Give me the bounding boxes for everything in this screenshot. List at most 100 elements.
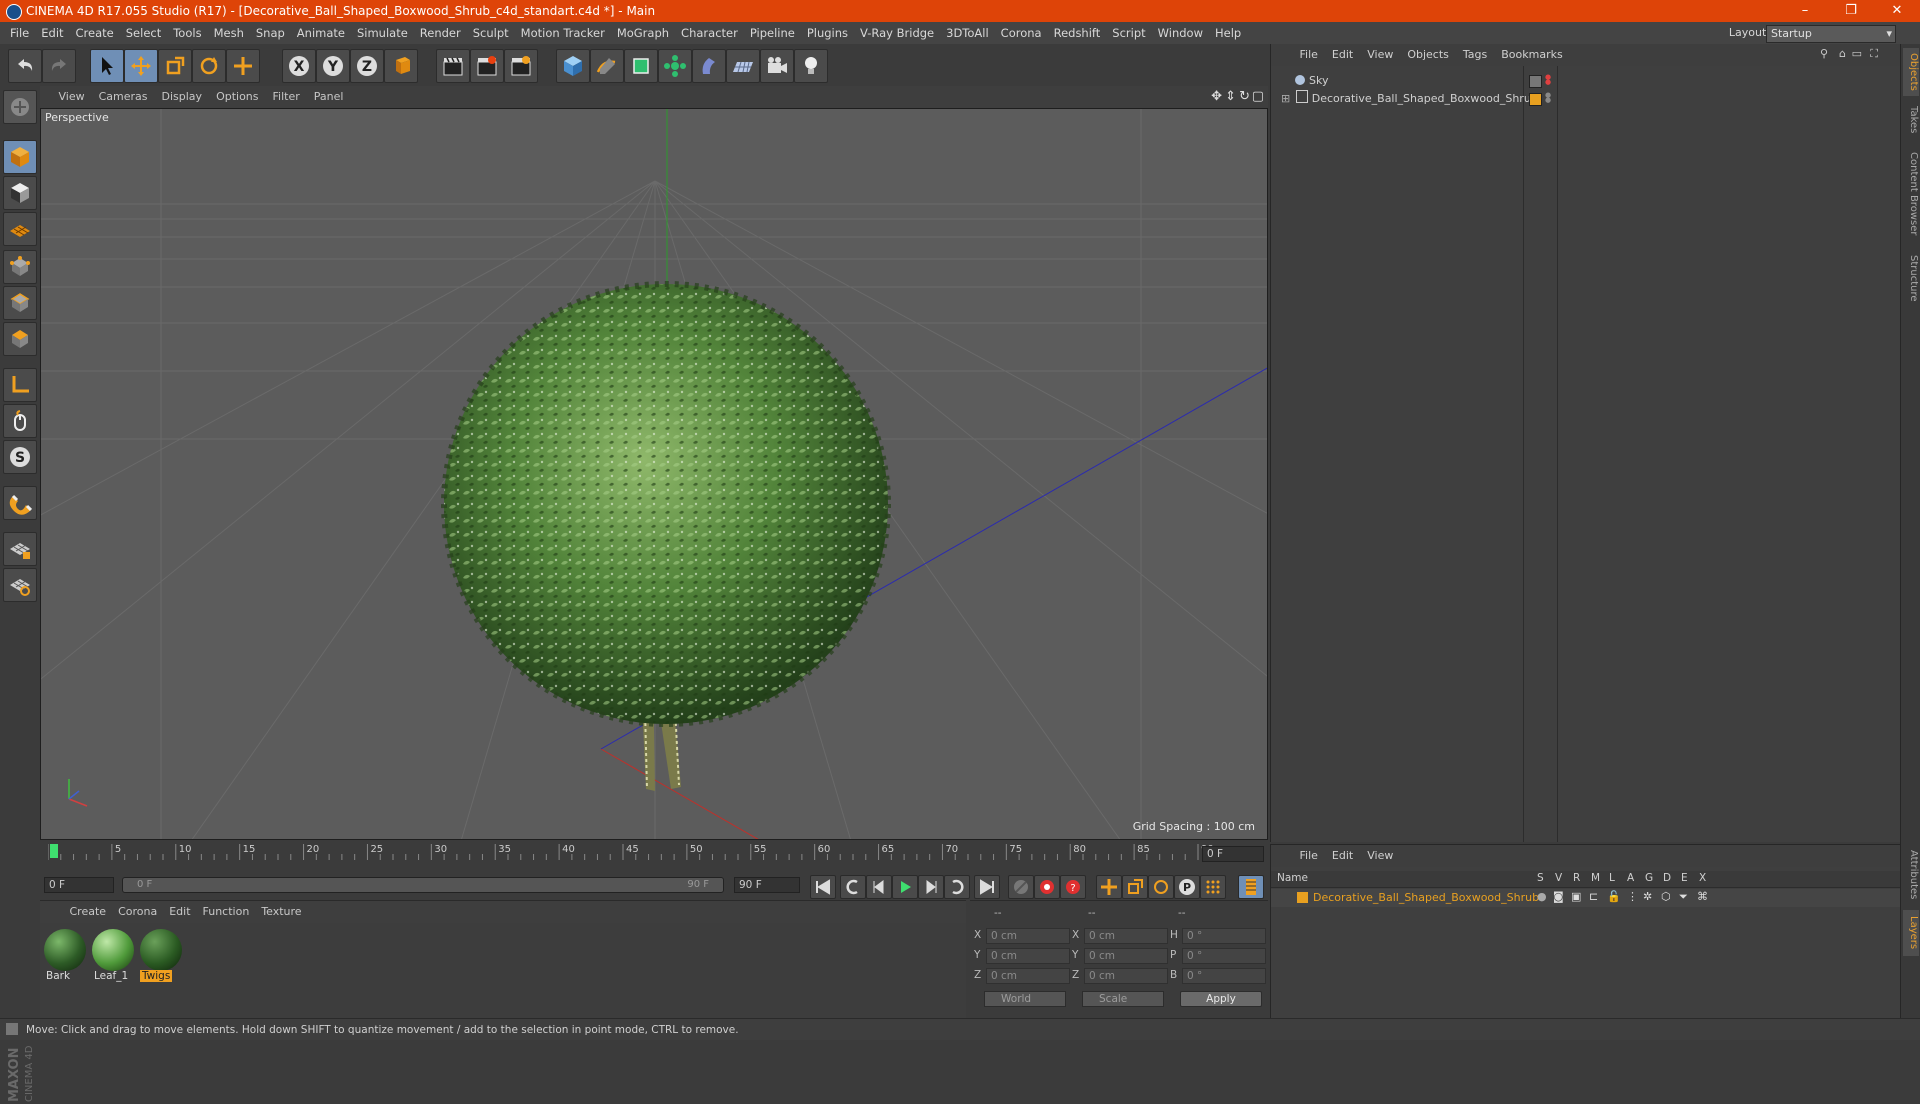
expand-icon[interactable]: ⊞ bbox=[1281, 92, 1290, 105]
menu-sculpt[interactable]: Sculpt bbox=[467, 22, 515, 44]
menu-edit[interactable]: Edit bbox=[35, 22, 69, 44]
object-menu-edit[interactable]: Edit bbox=[1325, 44, 1360, 66]
tab-takes[interactable]: Takes bbox=[1903, 100, 1919, 140]
tab-attributes[interactable]: Attributes bbox=[1903, 844, 1919, 906]
layout-dropdown[interactable]: Startup ▾ bbox=[1766, 25, 1896, 43]
sky-layer-swatch[interactable] bbox=[1529, 75, 1542, 88]
menu-select[interactable]: Select bbox=[120, 22, 167, 44]
timeline-layout-button[interactable] bbox=[1238, 875, 1264, 899]
object-row-shrub[interactable]: ⊞ Decorative_Ball_Shaped_Boxwood_Shrub bbox=[1281, 90, 1538, 108]
add-floor-button[interactable] bbox=[726, 49, 760, 83]
object-menu-view[interactable]: View bbox=[1360, 44, 1400, 66]
size-x-field[interactable]: 0 cm bbox=[1084, 928, 1168, 944]
y-axis-button[interactable]: Y bbox=[316, 49, 350, 83]
planar-workplane-button[interactable] bbox=[3, 568, 37, 602]
go-to-end-button[interactable] bbox=[974, 875, 1000, 899]
viewport-menu-view[interactable]: View bbox=[52, 86, 92, 108]
menu-snap[interactable]: Snap bbox=[250, 22, 291, 44]
coordinate-mode-dropdown[interactable]: World bbox=[984, 991, 1066, 1007]
pos-x-field[interactable]: 0 cm bbox=[986, 928, 1070, 944]
minimize-panel-icon[interactable]: ▭ bbox=[1852, 47, 1862, 60]
recent-tool-button[interactable] bbox=[226, 49, 260, 83]
texture-mode-button[interactable] bbox=[3, 176, 37, 210]
layer-render-toggle-icon[interactable]: ▣ bbox=[1571, 890, 1581, 903]
tab-layers[interactable]: Layers bbox=[1903, 910, 1919, 956]
minimize-button[interactable]: – bbox=[1782, 0, 1828, 22]
menu-redshift[interactable]: Redshift bbox=[1048, 22, 1107, 44]
size-mode-dropdown[interactable]: Scale bbox=[1082, 991, 1164, 1007]
menu-script[interactable]: Script bbox=[1106, 22, 1151, 44]
axis-mode-button[interactable] bbox=[3, 368, 37, 402]
visibility-dots-icon[interactable]: ● ● bbox=[1545, 74, 1551, 86]
tab-objects[interactable]: Objects bbox=[1903, 48, 1919, 96]
tab-structure[interactable]: Structure bbox=[1903, 248, 1919, 308]
viewport-menu-filter[interactable]: Filter bbox=[266, 86, 307, 108]
menu-mesh[interactable]: Mesh bbox=[208, 22, 250, 44]
move-tool-button[interactable] bbox=[124, 49, 158, 83]
preview-range-slider[interactable]: 0 F 90 F bbox=[122, 877, 724, 893]
object-menu-bookmarks[interactable]: Bookmarks bbox=[1494, 44, 1569, 66]
material-twigs[interactable]: Twigs bbox=[138, 927, 184, 983]
search-icon[interactable]: ⚲ bbox=[1820, 47, 1828, 60]
shrub-layer-swatch[interactable] bbox=[1529, 93, 1542, 106]
scale-tool-button[interactable] bbox=[158, 49, 192, 83]
edit-render-settings-button[interactable] bbox=[504, 49, 538, 83]
redo-button[interactable] bbox=[42, 49, 76, 83]
layer-view-toggle-icon[interactable]: ◙ bbox=[1553, 890, 1564, 903]
pos-y-field[interactable]: 0 cm bbox=[986, 948, 1070, 964]
end-frame-field[interactable]: 90 F bbox=[734, 877, 800, 893]
viewport-maximize-icon[interactable]: ▢ bbox=[1252, 89, 1264, 104]
workplane-mode-button[interactable] bbox=[3, 212, 37, 246]
add-nurbs-button[interactable] bbox=[624, 49, 658, 83]
layer-row[interactable]: Decorative_Ball_Shaped_Boxwood_Shrub ● ◙… bbox=[1271, 889, 1901, 907]
menu-character[interactable]: Character bbox=[675, 22, 744, 44]
menu-file[interactable]: File bbox=[4, 22, 35, 44]
start-frame-field[interactable]: 0 F bbox=[44, 877, 114, 893]
size-z-field[interactable]: 0 cm bbox=[1084, 968, 1168, 984]
render-to-picture-viewer-button[interactable] bbox=[470, 49, 504, 83]
layer-lock-icon[interactable]: 🔓 bbox=[1607, 890, 1621, 903]
layer-generators-toggle-icon[interactable]: ✲ bbox=[1643, 890, 1652, 903]
layer-col-render[interactable]: R bbox=[1573, 872, 1580, 884]
layer-menu-view[interactable]: View bbox=[1360, 845, 1400, 867]
key-parameter-button[interactable]: P bbox=[1174, 875, 1200, 899]
layer-col-manager[interactable]: M bbox=[1591, 872, 1600, 884]
add-light-button[interactable] bbox=[794, 49, 828, 83]
layer-col-locked[interactable]: L bbox=[1609, 872, 1615, 884]
layer-col-generators[interactable]: G bbox=[1645, 872, 1653, 884]
layer-col-animation[interactable]: A bbox=[1627, 872, 1634, 884]
previous-key-button[interactable] bbox=[840, 875, 866, 899]
points-mode-button[interactable] bbox=[3, 250, 37, 284]
menu-corona[interactable]: Corona bbox=[995, 22, 1048, 44]
close-button[interactable]: ✕ bbox=[1874, 0, 1920, 22]
object-row-sky[interactable]: Sky bbox=[1281, 72, 1328, 90]
perspective-viewport[interactable]: Perspective Grid Spacing : 100 cm bbox=[40, 108, 1268, 840]
key-scale-button[interactable] bbox=[1122, 875, 1148, 899]
menu-mograph[interactable]: MoGraph bbox=[611, 22, 675, 44]
x-axis-button[interactable]: X bbox=[282, 49, 316, 83]
material-menu-texture[interactable]: Texture bbox=[255, 901, 307, 923]
layer-color-swatch[interactable] bbox=[1297, 892, 1308, 903]
key-position-button[interactable] bbox=[1096, 875, 1122, 899]
apply-button[interactable]: Apply bbox=[1180, 991, 1262, 1007]
edges-mode-button[interactable] bbox=[3, 286, 37, 320]
material-bark[interactable]: Bark bbox=[42, 927, 88, 983]
viewport-menu-cameras[interactable]: Cameras bbox=[92, 86, 155, 108]
visibility-dots-icon[interactable]: ● ● bbox=[1545, 92, 1551, 104]
layer-xref-toggle-icon[interactable]: ⌘ bbox=[1697, 890, 1708, 903]
layer-menu-edit[interactable]: Edit bbox=[1325, 845, 1360, 867]
menu-animate[interactable]: Animate bbox=[291, 22, 351, 44]
layer-col-deformers[interactable]: D bbox=[1663, 872, 1671, 884]
layer-col-view[interactable]: V bbox=[1555, 872, 1562, 884]
rot-p-field[interactable]: 0 ° bbox=[1182, 948, 1266, 964]
add-spline-button[interactable] bbox=[590, 49, 624, 83]
home-icon[interactable]: ⌂ bbox=[1839, 47, 1846, 60]
object-menu-file[interactable]: File bbox=[1293, 44, 1325, 66]
menu-help[interactable]: Help bbox=[1209, 22, 1247, 44]
current-frame-field[interactable]: 0 F bbox=[1202, 846, 1264, 862]
undo-button[interactable] bbox=[8, 49, 42, 83]
menu-3dtoall[interactable]: 3DToAll bbox=[940, 22, 995, 44]
key-rotation-button[interactable] bbox=[1148, 875, 1174, 899]
size-y-field[interactable]: 0 cm bbox=[1084, 948, 1168, 964]
render-view-button[interactable] bbox=[436, 49, 470, 83]
